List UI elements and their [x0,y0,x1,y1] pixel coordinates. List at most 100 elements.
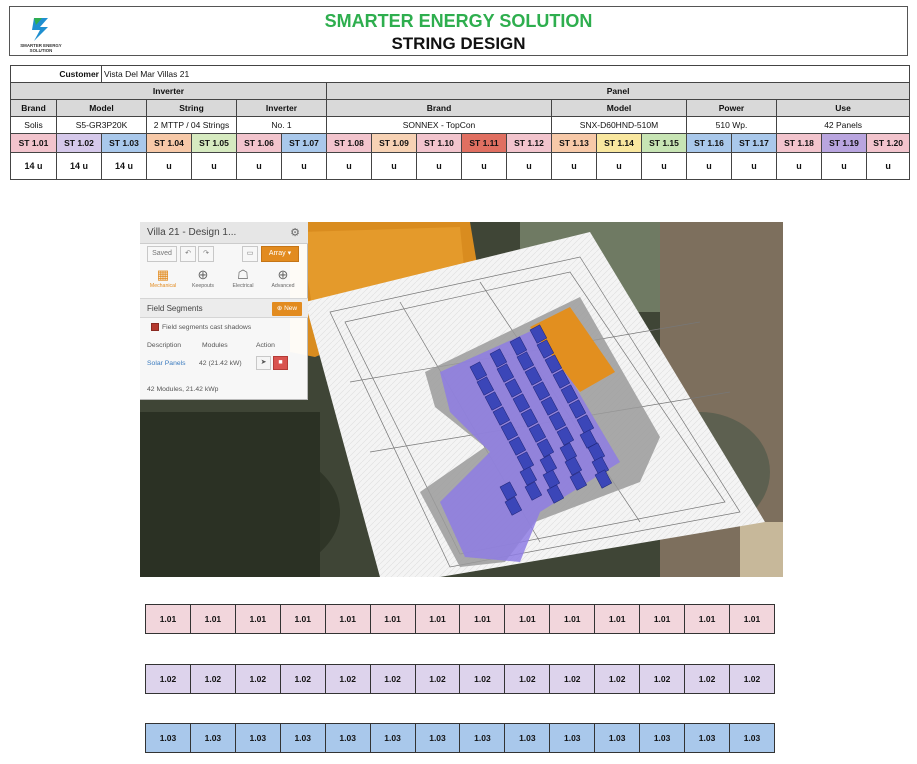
string-label: ST 1.17 [731,133,777,153]
inverter-section-header: Inverter [10,82,327,100]
panel-cell: 1.03 [324,723,371,753]
mode-advanced-label: Advanced [271,283,295,289]
array-button[interactable]: Array ▾ [261,246,299,262]
new-segment-button[interactable]: ⊕ New [272,302,302,316]
col-action: Action [256,342,275,349]
string-label: ST 1.09 [371,133,417,153]
string-label: ST 1.11 [461,133,507,153]
mode-selector: ▦ Mechanical ⊕ Keepouts ☖ Electrical ⊕ A… [145,266,303,294]
col-panel-model: Model [551,99,687,117]
string-label: ST 1.20 [865,133,911,153]
mode-keepouts[interactable]: ⊕ Keepouts [185,266,221,294]
panel-cell: 1.03 [549,723,596,753]
panel-cell: 1.01 [459,604,506,634]
string-units: u [416,152,462,180]
design-title: Villa 21 - Design 1... [147,227,237,238]
customer-label: Customer [10,65,102,83]
shadow-option[interactable]: Field segments cast shadows [151,323,251,331]
panel-cell: 1.03 [234,723,281,753]
string-label: ST 1.07 [281,133,327,153]
panel-cell: 1.02 [549,664,596,694]
gear-icon[interactable]: ⚙ [290,226,300,239]
panel-cell: 1.03 [459,723,506,753]
val-power: 510 Wp. [686,116,777,134]
panel-cell: 1.02 [459,664,506,694]
panel-cell: 1.03 [145,723,191,753]
string-label: ST 1.01 [10,133,57,153]
plus-circle-icon: ⊕ [277,267,289,282]
app-title-bar: Villa 21 - Design 1... ⚙ [140,222,308,244]
field-segments-header: Field Segments ⊕ New [140,298,308,318]
delete-icon[interactable]: ■ [273,356,288,370]
saved-button[interactable]: Saved [147,246,177,262]
string-design-table: Customer Vista Del Mar Villas 21 Inverte… [10,65,911,180]
design-app-panel: Villa 21 - Design 1... ⚙ Saved ↶ ↷ ▭ Arr… [140,222,308,400]
string-label: ST 1.12 [506,133,552,153]
string-units: u [146,152,192,180]
string-units: u [236,152,282,180]
val-model: S5-GR3P20K [56,116,147,134]
val-panel-model: SNX-D60HND-510M [551,116,687,134]
string-units: u [776,152,822,180]
redo-icon[interactable]: ↷ [198,246,214,262]
string-label: ST 1.19 [821,133,867,153]
string-units: 14 u [101,152,147,180]
panel-cell: 1.02 [145,664,191,694]
string-units: u [731,152,777,180]
panel-cell: 1.03 [639,723,686,753]
panel-cell: 1.01 [684,604,730,634]
panel-cell: 1.03 [414,723,461,753]
string-label: ST 1.06 [236,133,282,153]
panel-cell: 1.02 [504,664,551,694]
col-description: Description [147,342,181,349]
panel-cell: 1.03 [684,723,730,753]
string-label: ST 1.05 [191,133,237,153]
modules-summary: 42 Modules, 21.42 kWp [147,386,219,393]
field-segments-title: Field Segments [147,304,203,313]
col-inverter: Inverter [236,99,327,117]
document-header: SMARTER ENERGY SOLUTION SMARTER ENERGY S… [9,6,908,56]
string-units: u [326,152,372,180]
customer-value: Vista Del Mar Villas 21 [100,65,911,83]
string-units: 14 u [56,152,102,180]
locate-icon[interactable]: ➤ [256,356,271,370]
mode-advanced[interactable]: ⊕ Advanced [265,266,301,294]
page-title: STRING DESIGN [391,34,526,53]
panel-section-header: Panel [325,82,911,100]
string-units: u [865,152,911,180]
col-power: Power [686,99,777,117]
segment-name-link[interactable]: Solar Panels [147,360,186,367]
val-use: 42 Panels [775,116,911,134]
panel-cell: 1.03 [728,723,776,753]
val-string: 2 MTTP / 04 Strings [146,116,237,134]
panel-cell: 1.03 [279,723,326,753]
panel-cell: 1.01 [369,604,416,634]
panel-cell: 1.01 [504,604,551,634]
mode-mechanical[interactable]: ▦ Mechanical [145,266,181,294]
segment-modules: 42 (21.42 kW) [199,360,242,367]
col-model: Model [56,99,147,117]
mode-electrical[interactable]: ☖ Electrical [225,266,261,294]
string-units: u [551,152,597,180]
col-panel-brand: Brand [326,99,552,117]
string-grid-1-03: 1.03 1.03 1.03 1.03 1.03 1.03 1.03 1.03 1.03 1.03… [145,723,776,753]
panel-cell: 1.02 [414,664,461,694]
val-panel-brand: SONNEX - TopCon [326,116,552,134]
panel-cell: 1.02 [234,664,281,694]
panel-cell: 1.02 [594,664,641,694]
shadow-checkbox[interactable] [151,323,159,331]
string-label: ST 1.08 [326,133,372,153]
string-units: u [461,152,507,180]
col-modules: Modules [202,342,228,349]
screen-icon[interactable]: ▭ [242,246,258,262]
undo-icon[interactable]: ↶ [180,246,196,262]
panel-cell: 1.02 [279,664,326,694]
panel-cell: 1.03 [189,723,236,753]
string-units: 14 u [10,152,57,180]
panel-cell: 1.01 [414,604,461,634]
string-units: u [191,152,237,180]
string-units: u [281,152,327,180]
panel-cell: 1.01 [279,604,326,634]
string-label: ST 1.10 [416,133,462,153]
string-units: u [596,152,642,180]
